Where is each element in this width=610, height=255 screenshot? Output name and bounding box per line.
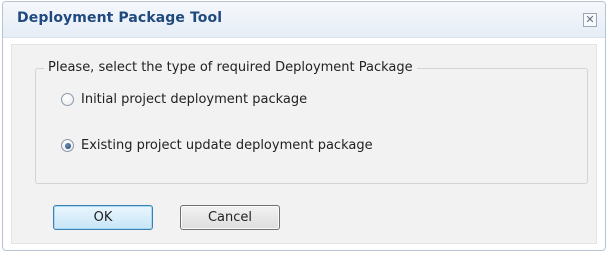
cancel-button[interactable]: Cancel <box>180 205 280 230</box>
title-bar[interactable]: Deployment Package Tool ✕ <box>3 2 605 38</box>
option-update-package[interactable]: Existing project update deployment packa… <box>61 138 373 153</box>
option-update-label[interactable]: Existing project update deployment packa… <box>81 138 373 153</box>
deployment-package-dialog: Deployment Package Tool ✕ Please, select… <box>2 1 606 251</box>
group-legend: Please, select the type of required Depl… <box>44 60 417 75</box>
close-icon: ✕ <box>585 13 595 26</box>
radio-initial-package[interactable] <box>61 93 74 106</box>
package-type-group: Please, select the type of required Depl… <box>35 60 588 184</box>
ok-button[interactable]: OK <box>53 205 153 230</box>
dialog-title: Deployment Package Tool <box>17 10 223 26</box>
close-button[interactable]: ✕ <box>583 13 597 27</box>
dialog-content: Please, select the type of required Depl… <box>11 44 597 244</box>
radio-update-package[interactable] <box>61 139 74 152</box>
option-initial-label[interactable]: Initial project deployment package <box>81 92 307 107</box>
option-initial-package[interactable]: Initial project deployment package <box>61 92 307 107</box>
